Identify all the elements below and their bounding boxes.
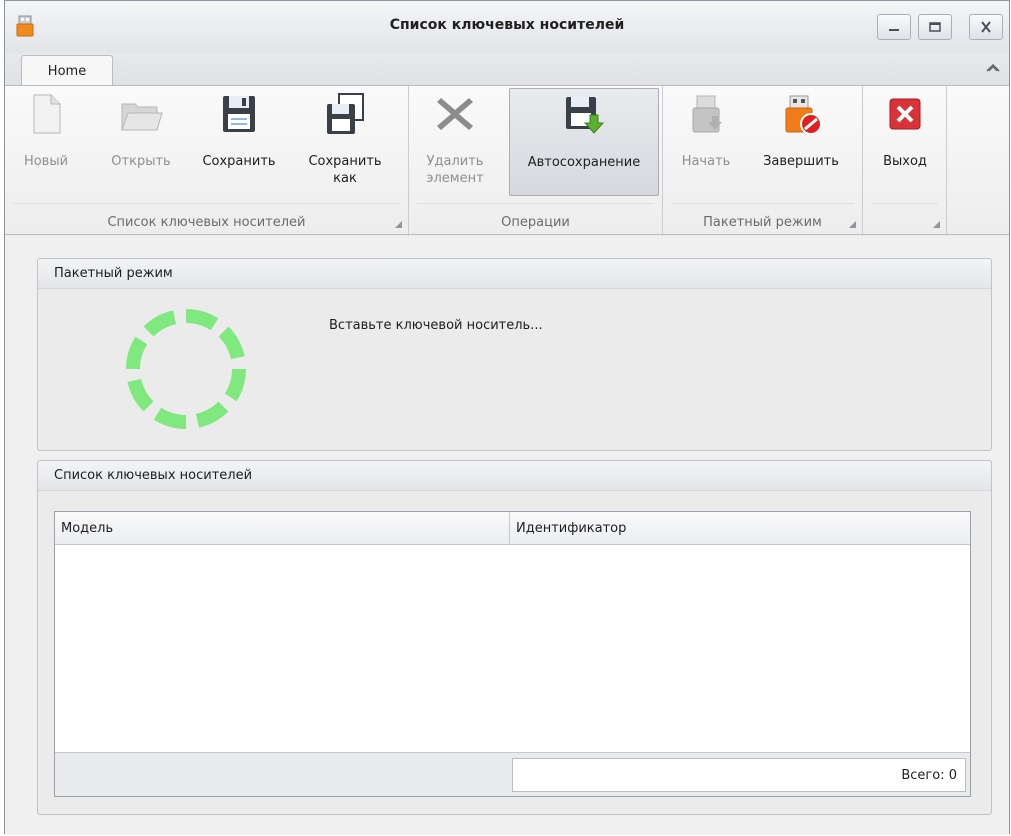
dialog-launcher-icon[interactable] bbox=[933, 221, 940, 228]
tab-home[interactable]: Home bbox=[21, 55, 113, 86]
delete-x-icon bbox=[437, 98, 473, 130]
usb-start-icon bbox=[692, 95, 722, 133]
new-button-label: Новый bbox=[23, 154, 69, 169]
column-header-model[interactable]: Модель bbox=[55, 512, 510, 545]
main-window: Список ключевых носителей Home Новый Отк… bbox=[4, 0, 1010, 835]
autosave-label: Автосохранение bbox=[527, 155, 641, 170]
save-as-line2: как bbox=[333, 171, 357, 186]
delete-item-line2: элемент bbox=[426, 171, 484, 186]
restore-icon bbox=[929, 22, 941, 32]
ribbon-group-operations: Удалить элемент Автосохранение Операции bbox=[409, 86, 663, 236]
save-floppy-icon bbox=[223, 96, 255, 132]
finish-button[interactable]: Завершить bbox=[749, 86, 853, 196]
group-caption-batch: Пакетный режим bbox=[703, 215, 822, 230]
ribbon: Новый Открыть Сохранить Сохранить как Сп… bbox=[5, 85, 1009, 236]
autosave-icon bbox=[566, 97, 605, 134]
dialog-launcher-icon[interactable] bbox=[849, 221, 856, 228]
start-button-label: Начать bbox=[681, 154, 731, 169]
usb-stop-icon bbox=[785, 95, 822, 135]
column-header-identifier[interactable]: Идентификатор bbox=[510, 512, 970, 545]
title-bar: Список ключевых носителей bbox=[5, 1, 1009, 53]
save-as-line1: Сохранить bbox=[308, 154, 382, 169]
save-as-icon bbox=[327, 93, 364, 134]
batch-mode-panel-title: Пакетный режим bbox=[38, 259, 991, 289]
group-separator bbox=[671, 203, 854, 204]
collapse-ribbon-icon[interactable] bbox=[985, 61, 1001, 75]
batch-mode-panel: Пакетный режим Вставьте ключевой носител… bbox=[37, 258, 992, 451]
save-as-button-label: Сохранить как bbox=[297, 153, 393, 187]
maximize-button[interactable] bbox=[918, 14, 952, 40]
group-separator bbox=[13, 203, 400, 204]
open-button-label: Открыть bbox=[111, 154, 171, 169]
window-title: Список ключевых носителей bbox=[389, 17, 625, 33]
grid-header: Модель Идентификатор bbox=[55, 512, 970, 545]
save-as-button[interactable]: Сохранить как bbox=[297, 86, 393, 196]
ribbon-group-batch: Начать Завершить Пакетный режим bbox=[663, 86, 863, 236]
exit-button-label: Выход bbox=[883, 154, 927, 169]
delete-item-label: Удалить элемент bbox=[413, 153, 497, 187]
total-count: Всего: 0 bbox=[512, 758, 966, 792]
group-separator bbox=[871, 203, 938, 204]
save-button[interactable]: Сохранить bbox=[191, 86, 287, 196]
save-button-label: Сохранить bbox=[202, 154, 276, 169]
open-folder-icon bbox=[121, 103, 163, 131]
minimize-icon bbox=[889, 29, 899, 31]
close-icon bbox=[981, 21, 991, 33]
ribbon-tab-strip: Home bbox=[5, 53, 1009, 86]
loading-spinner-icon bbox=[126, 309, 246, 429]
close-button[interactable] bbox=[969, 14, 1003, 40]
ribbon-group-key-list: Новый Открыть Сохранить Сохранить как Сп… bbox=[5, 86, 409, 236]
ribbon-group-exit: Выход bbox=[863, 86, 947, 236]
new-button[interactable]: Новый bbox=[11, 86, 81, 196]
exit-icon bbox=[889, 98, 921, 130]
batch-status-text: Вставьте ключевой носитель... bbox=[329, 318, 543, 333]
tab-home-label: Home bbox=[47, 63, 87, 79]
start-button[interactable]: Начать bbox=[669, 86, 743, 196]
autosave-button[interactable]: Автосохранение bbox=[509, 88, 659, 196]
group-caption-key-list: Список ключевых носителей bbox=[107, 215, 306, 230]
finish-button-label: Завершить bbox=[763, 154, 839, 169]
key-list-panel: Список ключевых носителей Модель Идентиф… bbox=[37, 460, 992, 815]
key-list-grid[interactable]: Модель Идентификатор Всего: 0 bbox=[54, 511, 971, 797]
group-caption-operations: Операции bbox=[501, 215, 570, 230]
grid-footer: Всего: 0 bbox=[55, 752, 970, 796]
group-separator bbox=[417, 203, 654, 204]
exit-button[interactable]: Выход bbox=[869, 86, 941, 196]
dialog-launcher-icon[interactable] bbox=[395, 221, 402, 228]
new-document-icon bbox=[33, 94, 61, 134]
delete-item-button[interactable]: Удалить элемент bbox=[413, 86, 497, 196]
delete-item-line1: Удалить bbox=[426, 154, 484, 169]
key-list-panel-title: Список ключевых носителей bbox=[38, 461, 991, 491]
minimize-button[interactable] bbox=[877, 14, 911, 40]
content-area: Пакетный режим Вставьте ключевой носител… bbox=[5, 236, 1009, 835]
open-button[interactable]: Открыть bbox=[101, 86, 181, 196]
